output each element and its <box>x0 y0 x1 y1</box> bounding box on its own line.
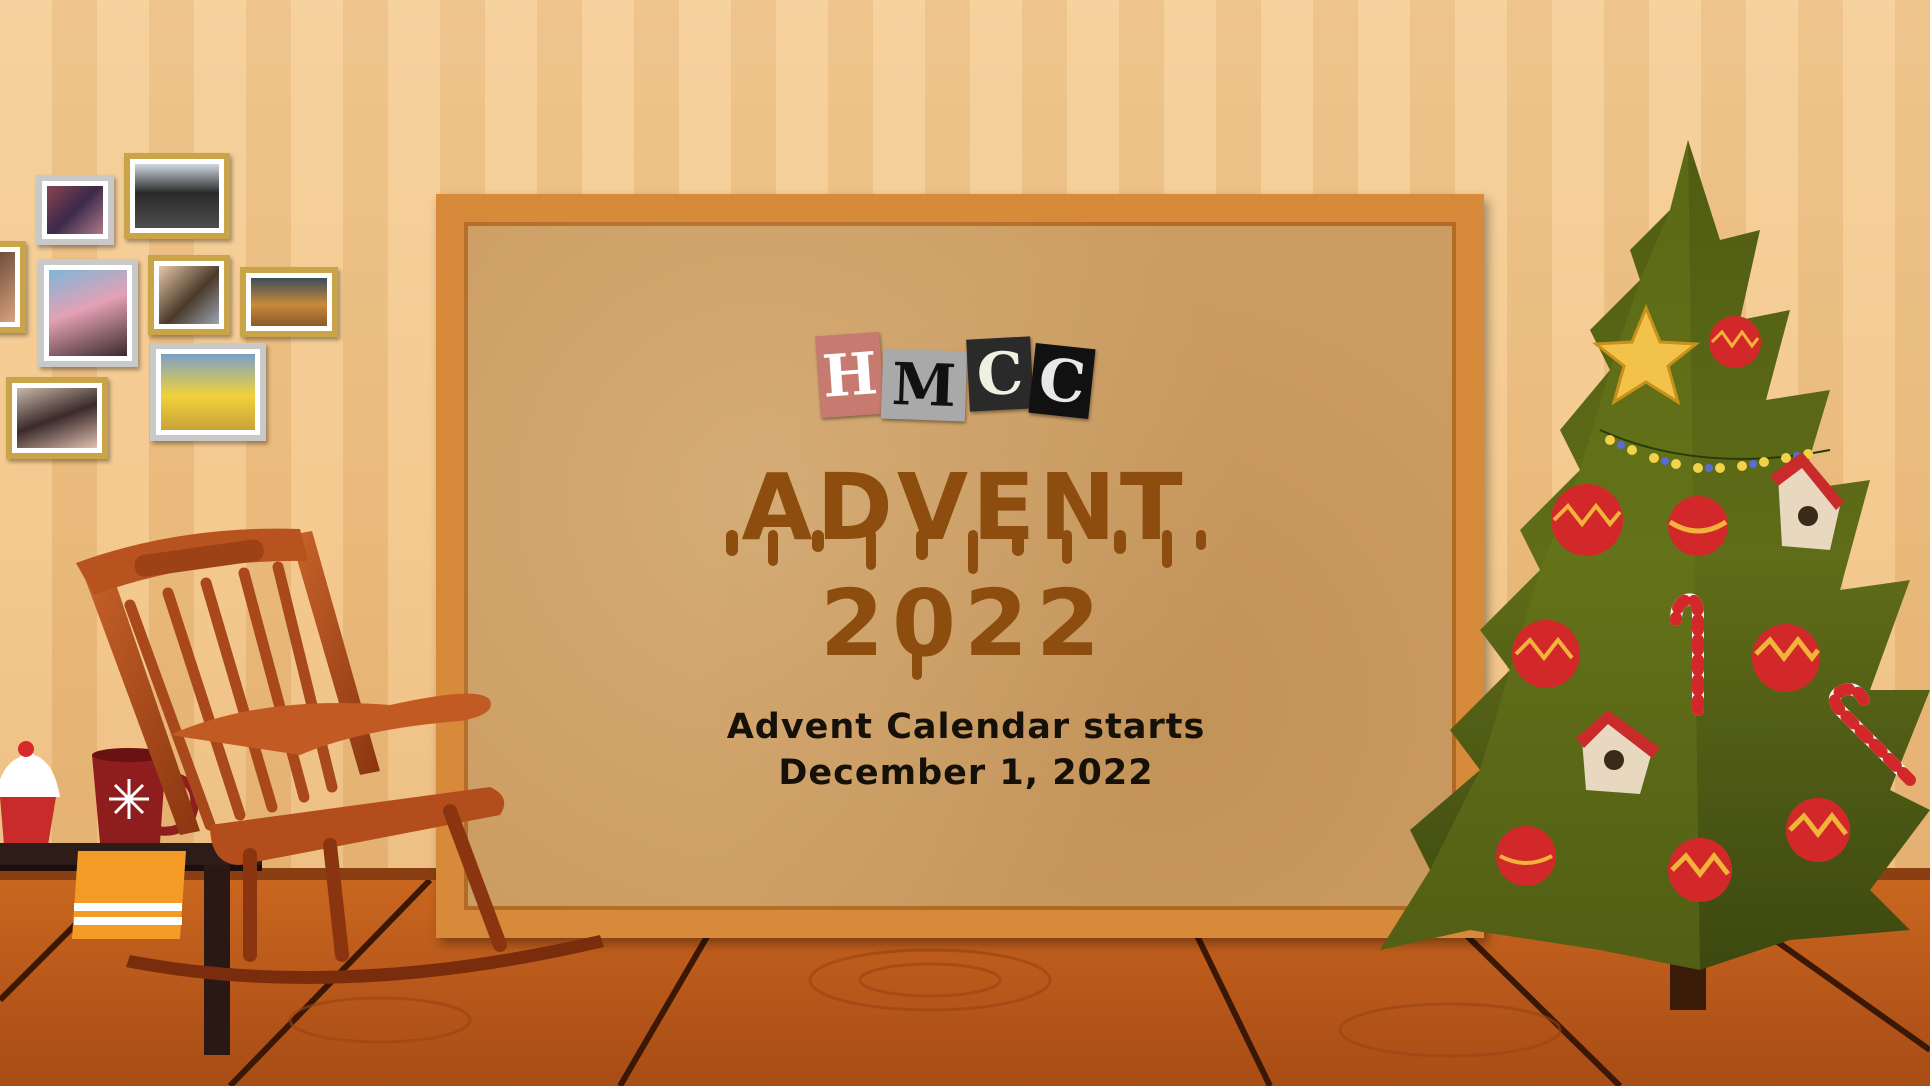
photo-frame-8 <box>6 377 108 459</box>
photo-frame-icon <box>161 354 255 430</box>
advent-scene: H M C C ADVENT 2022 Advent Calendar star… <box>0 0 1930 1086</box>
photo-frame-2 <box>36 175 114 245</box>
photo-frame-7 <box>150 343 266 441</box>
photo-frame-icon <box>135 164 219 228</box>
christmas-tree-icon <box>1380 140 1930 1010</box>
photo-frame-1 <box>0 241 26 333</box>
photo-frame-6 <box>240 267 338 337</box>
subtitle-line-2: December 1, 2022 <box>778 753 1154 793</box>
photo-frame-icon <box>251 278 327 326</box>
advent-year: 2022 <box>819 570 1109 677</box>
photo-frame-icon <box>49 270 127 356</box>
photo-frame-icon <box>159 266 219 324</box>
logo-letter-m: M <box>880 348 968 422</box>
photo-frame-4 <box>38 259 138 367</box>
rocking-chair-icon <box>76 528 604 984</box>
logo-letter-h: H <box>815 331 885 419</box>
photo-frame-icon <box>0 252 15 322</box>
advent-subtitle: Advent Calendar starts December 1, 2022 <box>676 704 1256 796</box>
logo-letter-c1: C <box>966 336 1034 412</box>
photo-frame-5 <box>148 255 230 335</box>
hmcc-logo: H M C C <box>815 328 1098 438</box>
photo-frame-icon <box>17 388 97 448</box>
photo-gallery <box>0 145 350 465</box>
photo-frame-icon <box>47 186 103 234</box>
cupcake-icon <box>0 741 60 845</box>
subtitle-line-1: Advent Calendar starts <box>726 707 1206 747</box>
logo-letter-c2: C <box>1028 343 1096 419</box>
photo-frame-3 <box>124 153 230 239</box>
